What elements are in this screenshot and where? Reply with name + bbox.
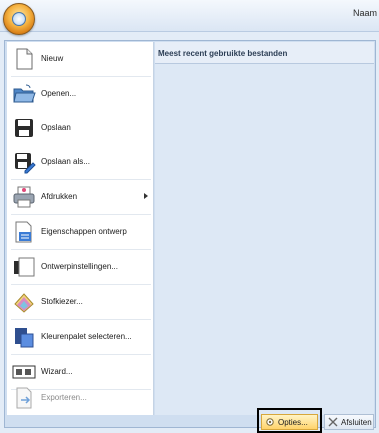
menu-list: Nieuw Openen... Opslaan Opslaan als... A… (7, 42, 154, 415)
menu-item-eigenschappen[interactable]: Eigenschappen ontwerp (7, 215, 154, 249)
close-icon (328, 417, 338, 427)
window-title: Naam (352, 8, 377, 18)
recent-files-pane: Meest recent gebruikte bestanden (155, 42, 374, 415)
menu-item-label: Wizard... (41, 367, 73, 376)
menu-item-label: Afdrukken (41, 192, 78, 201)
export-icon (16, 387, 32, 409)
menu-item-nieuw[interactable]: Nieuw (7, 42, 154, 76)
menu-item-stofkiezer[interactable]: Stofkiezer... (7, 285, 154, 319)
recent-files-header: Meest recent gebruikte bestanden (155, 42, 374, 64)
menu-item-ontwerpinstellingen[interactable]: Ontwerpinstellingen... (7, 250, 154, 284)
menu-item-label: Openen... (41, 89, 77, 98)
open-folder-icon (13, 84, 36, 103)
save-as-icon (15, 153, 36, 174)
exit-button-label: Afsluiten (341, 417, 372, 427)
menu-item-label: Opslaan als... (41, 157, 90, 166)
design-properties-icon (15, 221, 32, 243)
menu-item-label: Eigenschappen ontwerp (41, 227, 127, 236)
menu-item-afdrukken[interactable]: Afdrukken (7, 180, 154, 214)
menu-item-label: Kleurenpalet selecteren... (41, 332, 132, 341)
title-bar: Naam (0, 0, 379, 32)
menu-item-label: Nieuw (41, 54, 64, 63)
menu-item-label: Stofkiezer... (41, 297, 83, 306)
exit-button[interactable]: Afsluiten (324, 414, 374, 430)
application-menu-button[interactable] (3, 3, 35, 35)
menu-item-opslaan[interactable]: Opslaan (7, 111, 154, 145)
options-highlight-frame (257, 408, 322, 433)
recent-files-title: Meest recent gebruikte bestanden (158, 49, 288, 58)
fabric-selector-icon (14, 293, 34, 313)
printer-icon (13, 186, 35, 208)
new-document-icon (16, 48, 33, 70)
save-icon (15, 119, 33, 137)
menu-item-exporteren[interactable]: Exporteren... (7, 381, 154, 415)
menu-item-kleurenpalet[interactable]: Kleurenpalet selecteren... (7, 320, 154, 354)
menu-item-label: Exporteren... (41, 393, 87, 402)
color-palette-icon (15, 328, 34, 348)
app-logo-icon (12, 12, 26, 26)
menu-item-openen[interactable]: Openen... (7, 77, 154, 111)
menu-item-opslaan-als[interactable]: Opslaan als... (7, 145, 154, 179)
submenu-arrow-icon (144, 193, 148, 199)
design-settings-icon (14, 257, 35, 277)
menu-item-label: Ontwerpinstellingen... (41, 262, 118, 271)
menu-item-label: Opslaan (41, 123, 71, 132)
